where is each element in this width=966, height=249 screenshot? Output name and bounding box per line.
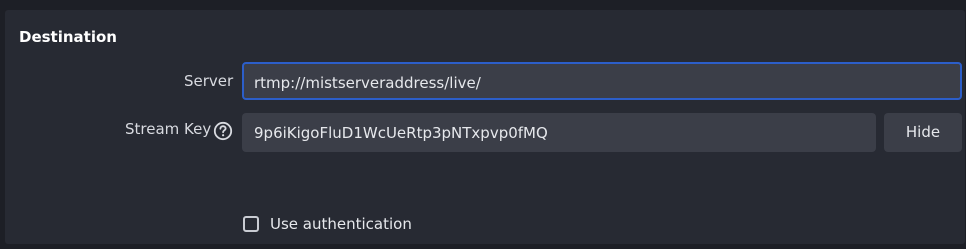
- use-authentication-checkbox[interactable]: [243, 216, 259, 232]
- destination-panel: Destination Server rtmp://mistserveraddr…: [5, 10, 965, 244]
- section-title: Destination: [19, 28, 117, 46]
- hide-button[interactable]: Hide: [884, 113, 962, 152]
- stream-key-label: Stream Key: [125, 120, 212, 138]
- server-label: Server: [184, 72, 234, 90]
- stream-key-input[interactable]: 9p6iKigoFluD1WcUeRtp3pNTxpvp0fMQ: [242, 113, 876, 152]
- question-circle-icon[interactable]: [213, 121, 233, 141]
- server-input[interactable]: rtmp://mistserveraddress/live/: [242, 62, 962, 100]
- use-authentication-label[interactable]: Use authentication: [270, 214, 412, 234]
